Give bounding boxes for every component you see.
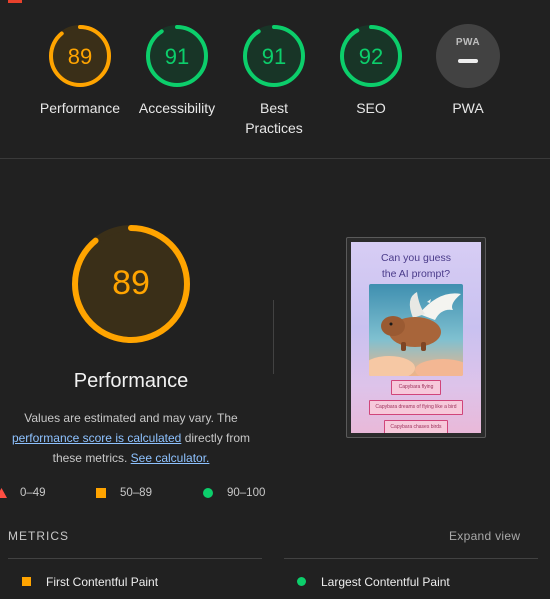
performance-title: Performance — [73, 370, 189, 392]
section-divider — [0, 158, 550, 159]
performance-score: 89 — [68, 44, 92, 69]
screenshot-option-button-2: Capybara dreams of flying like a bird — [369, 400, 463, 415]
expand-view-button[interactable]: Expand view — [449, 529, 520, 543]
square-icon — [22, 577, 31, 586]
accessibility-label: Accessibility — [138, 100, 216, 116]
metrics-divider-right — [284, 558, 538, 559]
gauge-performance[interactable]: 89 Performance — [30, 24, 130, 118]
desc-text-2: directly from — [181, 431, 251, 445]
performance-description: Values are estimated and may vary. The p… — [0, 408, 262, 468]
metric-label: Largest Contentful Paint — [321, 575, 450, 589]
circle-icon — [297, 577, 306, 586]
performance-score-ring: 89 — [49, 25, 111, 87]
accessibility-score: 91 — [165, 44, 189, 69]
gauge-pwa[interactable]: PWA PWA — [418, 24, 518, 118]
gauge-best-practices[interactable]: 91 Best Practices — [224, 24, 324, 138]
square-icon — [96, 488, 106, 498]
gauge-seo[interactable]: 92 SEO — [321, 24, 421, 118]
metrics-heading: METRICS — [8, 529, 69, 543]
pwa-label: PWA — [452, 100, 484, 116]
screenshot-title-line1: Can you guess — [380, 252, 452, 264]
desc-text-1: Values are estimated and may vary. The — [24, 411, 238, 425]
legend-fail-range: 0–49 — [20, 487, 46, 499]
circle-icon — [203, 488, 213, 498]
seo-score-ring: 92 — [340, 25, 402, 87]
pwa-badge-text: PWA — [455, 37, 481, 48]
screenshot-option-button-1: Capybara flying — [391, 380, 441, 395]
triangle-icon — [0, 488, 7, 498]
accessibility-score-ring: 91 — [146, 25, 208, 87]
metric-label: First Contentful Paint — [46, 575, 159, 589]
screenshot-title-line2: the AI prompt? — [381, 268, 451, 280]
vertical-separator — [273, 300, 274, 374]
metrics-divider-left — [8, 558, 262, 559]
performance-score-link[interactable]: performance score is calculated — [12, 431, 181, 445]
score-legend: 0–49 50–89 90–100 — [0, 484, 550, 502]
see-calculator-link[interactable]: See calculator. — [131, 451, 210, 465]
screenshot-option-button-3: Capybara chases birds — [384, 420, 448, 433]
best-practices-label: Best Practices — [245, 100, 303, 136]
best-practices-score-ring: 91 — [243, 25, 305, 87]
performance-main-score: 89 — [112, 264, 150, 302]
screenshot-content: Can you guess the AI prompt? Capybara fl… — [351, 242, 481, 433]
pwa-badge: PWA — [436, 24, 500, 88]
legend-pass-range: 90–100 — [227, 487, 266, 499]
performance-main-gauge: 89 — [72, 225, 190, 343]
page-screenshot-thumbnail[interactable]: Can you guess the AI prompt? Capybara fl… — [346, 237, 486, 438]
flying-capybara-illustration — [369, 284, 463, 376]
gauge-accessibility[interactable]: 91 Accessibility — [127, 24, 227, 118]
pwa-na-dash — [458, 59, 478, 63]
screenshot-title: Can you guess the AI prompt? — [351, 250, 481, 282]
category-gauges: 89 Performance 91 Accessibility 91 Best … — [0, 0, 550, 158]
performance-label: Performance — [39, 100, 121, 116]
seo-label: SEO — [356, 100, 386, 116]
seo-score: 92 — [359, 44, 383, 69]
legend-average-range: 50–89 — [120, 487, 152, 499]
desc-text-3: these metrics. — [52, 451, 131, 465]
best-practices-score: 91 — [262, 44, 286, 69]
